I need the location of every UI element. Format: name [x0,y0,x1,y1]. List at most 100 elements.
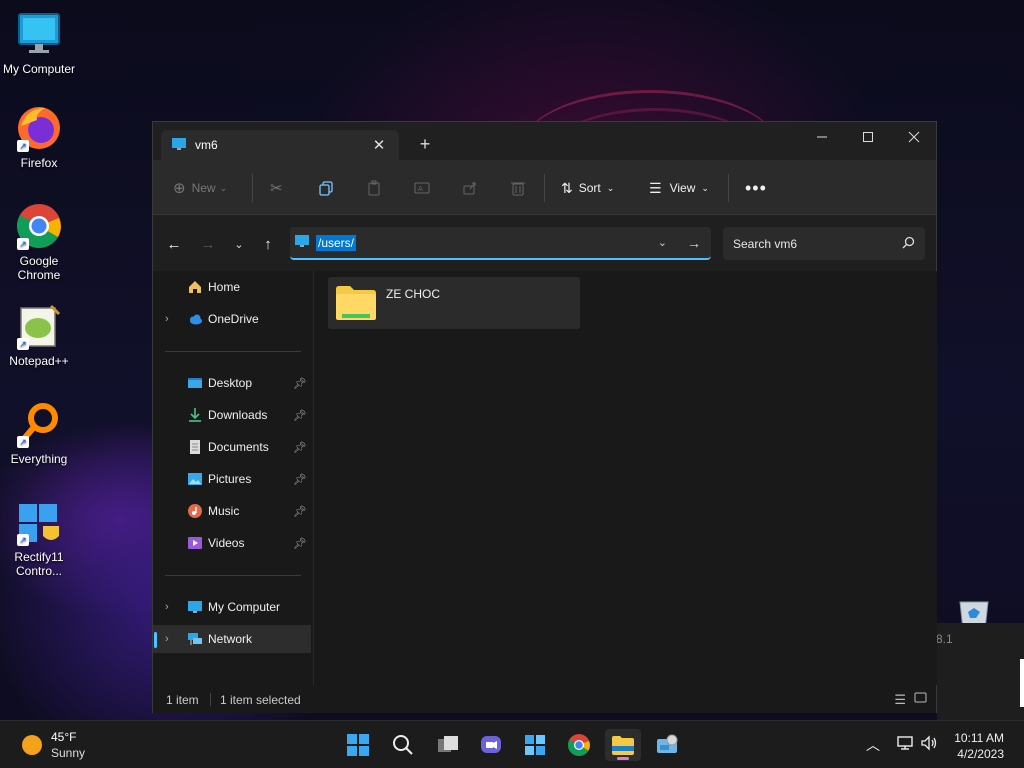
command-bar: ⊕ New ⌄ ✂ A ⇅ Sort ⌄ ☰ View ⌄ ••• [153,160,936,215]
delete-button[interactable] [510,175,526,201]
chevron-down-icon[interactable]: ⌄ [658,236,667,249]
desktop-icon-my-computer[interactable]: My Computer [0,10,78,76]
desktop-icon-notepadpp[interactable]: ↗ Notepad++ [0,302,78,368]
nav-divider [165,575,301,576]
tab-vm6[interactable]: vm6 ✕ [161,130,399,160]
nav-item-downloads[interactable]: Downloads 📌︎ [153,401,311,429]
cut-button[interactable]: ✂ [270,175,283,201]
rename-button[interactable]: A [414,175,430,201]
nav-item-onedrive[interactable]: › OneDrive [153,305,311,333]
chevron-right-icon[interactable]: › [165,313,169,325]
view-button[interactable]: ☰ View ⌄ [649,175,709,201]
chevron-right-icon[interactable]: › [165,633,169,645]
more-options-button[interactable]: ••• [745,175,767,201]
close-tab-icon[interactable]: ✕ [369,136,389,154]
details-view-icon[interactable]: ☰ [894,692,906,708]
nav-item-pictures[interactable]: Pictures 📌︎ [153,465,311,493]
search-box[interactable]: Search vm6 [723,227,925,260]
chat-button[interactable] [473,729,509,761]
nav-item-label: Network [208,632,253,646]
sort-button[interactable]: ⇅ Sort ⌄ [561,175,614,201]
chevron-down-icon: ⌄ [606,182,615,193]
pin-icon[interactable]: 📌︎ [293,505,307,518]
forward-button[interactable]: → [197,233,219,255]
desktop-icon-everything[interactable]: ↗ Everything [0,400,78,466]
show-hidden-icons-button[interactable]: ︿ [866,735,880,755]
nav-item-label: My Computer [208,600,281,614]
shortcut-arrow-icon: ↗ [17,140,29,152]
pin-icon[interactable]: 📌︎ [293,537,307,550]
plus-circle-icon: ⊕ [173,180,186,197]
task-view-button[interactable] [430,729,466,761]
nav-item-network[interactable]: › Network [153,625,311,653]
nav-item-desktop[interactable]: Desktop 📌︎ [153,369,311,397]
control-panel-taskbar-button[interactable] [649,729,685,761]
address-path[interactable]: /users/ [316,234,357,251]
clock-date: 4/2/2023 [957,747,1004,761]
nav-item-label: Desktop [208,376,253,390]
taskbar-search-button[interactable] [385,729,421,761]
shortcut-arrow-icon: ↗ [17,436,29,448]
chrome-taskbar-button[interactable] [561,729,597,761]
minimize-button[interactable] [799,122,845,152]
everything-icon: ↗ [15,400,63,448]
scissors-icon: ✂ [270,180,283,197]
recent-locations-button[interactable]: ⌄ [228,233,250,255]
desktop-icon-label: Firefox [20,156,58,170]
toolbar-divider [544,174,545,202]
pin-icon[interactable]: 📌︎ [293,441,307,454]
desktop-icon-label: Google Chrome [17,254,61,282]
nav-item-label: Home [208,280,241,294]
search-icon [393,735,413,755]
close-window-button[interactable] [891,122,937,152]
address-bar[interactable]: /users/ ⌄ → [290,227,711,260]
task-view-icon [438,736,458,752]
folder-icon [334,283,378,326]
start-button[interactable] [340,729,376,761]
share-icon [463,182,476,195]
new-button[interactable]: ⊕ New ⌄ [173,175,227,201]
taskbar: 45°F Sunny ︿ 10:11 AM 4/2/2023 [0,720,1024,768]
new-tab-button[interactable]: + [415,134,435,155]
title-bar: vm6 ✕ + [153,122,936,160]
nav-item-music[interactable]: Music 📌︎ [153,497,311,525]
back-button[interactable]: ← [163,233,185,255]
file-list: ZE CHOC [313,271,937,685]
tab-title: vm6 [195,138,218,152]
sort-button-label: Sort [578,181,601,195]
clipboard-icon [368,180,380,196]
weather-widget[interactable]: 45°F Sunny [20,729,100,761]
tiles-view-icon[interactable] [914,691,927,707]
pin-icon[interactable]: 📌︎ [293,377,307,390]
share-button[interactable] [462,175,478,201]
pin-icon[interactable]: 📌︎ [293,409,307,422]
nav-item-label: Pictures [208,472,252,486]
desktop-icon-chrome[interactable]: ↗ Google Chrome [0,202,78,282]
widgets-button[interactable] [517,729,553,761]
nav-item-label: Documents [208,440,269,454]
arrow-right-icon: → [200,235,216,253]
paste-button[interactable] [366,175,382,201]
desktop-icon-rectify11[interactable]: ↗ Rectify11 Contro... [0,498,78,578]
nav-item-my-computer[interactable]: › My Computer [153,593,311,621]
selection-count: 1 item selected [220,693,301,707]
nav-item-documents[interactable]: Documents 📌︎ [153,433,311,461]
partial-label: 8.1 [936,632,953,646]
nav-item-videos[interactable]: Videos 📌︎ [153,529,311,557]
copy-button[interactable] [318,175,334,201]
nav-item-home[interactable]: Home [153,273,311,301]
network-tray-icon[interactable] [896,735,914,754]
up-button[interactable]: ↑ [257,233,279,255]
file-explorer-taskbar-button[interactable] [605,729,641,761]
pin-icon[interactable]: 📌︎ [293,473,307,486]
volume-icon[interactable] [920,735,938,754]
clock[interactable]: 10:11 AM 4/2/2023 [954,730,1004,762]
widgets-icon [525,735,545,755]
desktop-icon-firefox[interactable]: ↗ Firefox [0,104,78,170]
maximize-button[interactable] [845,122,891,152]
folder-item[interactable]: ZE CHOC [328,277,580,329]
toolbar-divider [252,174,253,202]
minimize-icon [817,136,827,138]
chevron-right-icon[interactable]: › [165,601,169,613]
go-arrow-icon[interactable]: → [687,235,701,251]
